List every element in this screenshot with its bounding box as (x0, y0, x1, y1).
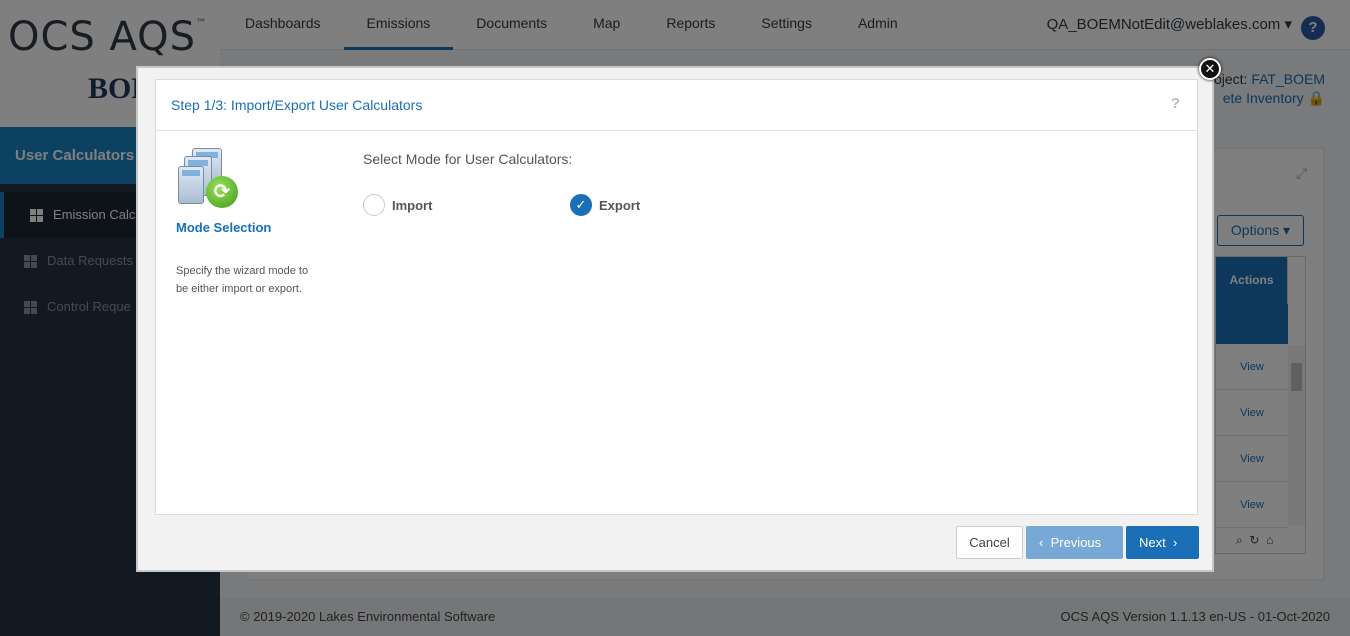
calculator-icon: ⟳ (178, 148, 240, 210)
mode-prompt: Select Mode for User Calculators: (363, 151, 573, 167)
step-name: Mode Selection (176, 220, 272, 235)
step-description: Specify the wizard mode to be either imp… (176, 265, 309, 295)
chevron-left-icon: ‹ (1039, 535, 1044, 550)
next-button[interactable]: Next › (1126, 526, 1199, 559)
previous-button[interactable]: ‹ Previous (1026, 526, 1123, 559)
import-label: Import (392, 197, 433, 213)
wizard-modal: Step 1/3: Import/Export User Calculators… (136, 66, 1214, 572)
export-label: Export (599, 197, 641, 213)
close-icon[interactable]: ✕ (1199, 58, 1221, 80)
modal-header: Step 1/3: Import/Export User Calculators… (156, 80, 1197, 131)
export-radio[interactable]: ✓ Export (570, 194, 640, 216)
modal-footer: Cancel ‹ Previous Next › (956, 526, 1199, 559)
wizard-content: Step 1/3: Import/Export User Calculators… (155, 79, 1198, 515)
mode-selection: Select Mode for User Calculators: Import… (363, 151, 640, 216)
chevron-right-icon: › (1172, 535, 1178, 550)
wizard-step-panel: ⟳ Mode Selection Specify the wizard mode… (176, 148, 326, 298)
modal-title: Step 1/3: Import/Export User Calculators (171, 97, 423, 113)
refresh-icon: ⟳ (206, 176, 238, 208)
radio-unchecked-icon[interactable] (363, 194, 385, 216)
help-icon[interactable]: ? (1171, 95, 1180, 112)
checkmark-icon[interactable]: ✓ (570, 194, 592, 216)
cancel-button[interactable]: Cancel (956, 526, 1023, 559)
import-radio[interactable]: Import (363, 194, 432, 216)
